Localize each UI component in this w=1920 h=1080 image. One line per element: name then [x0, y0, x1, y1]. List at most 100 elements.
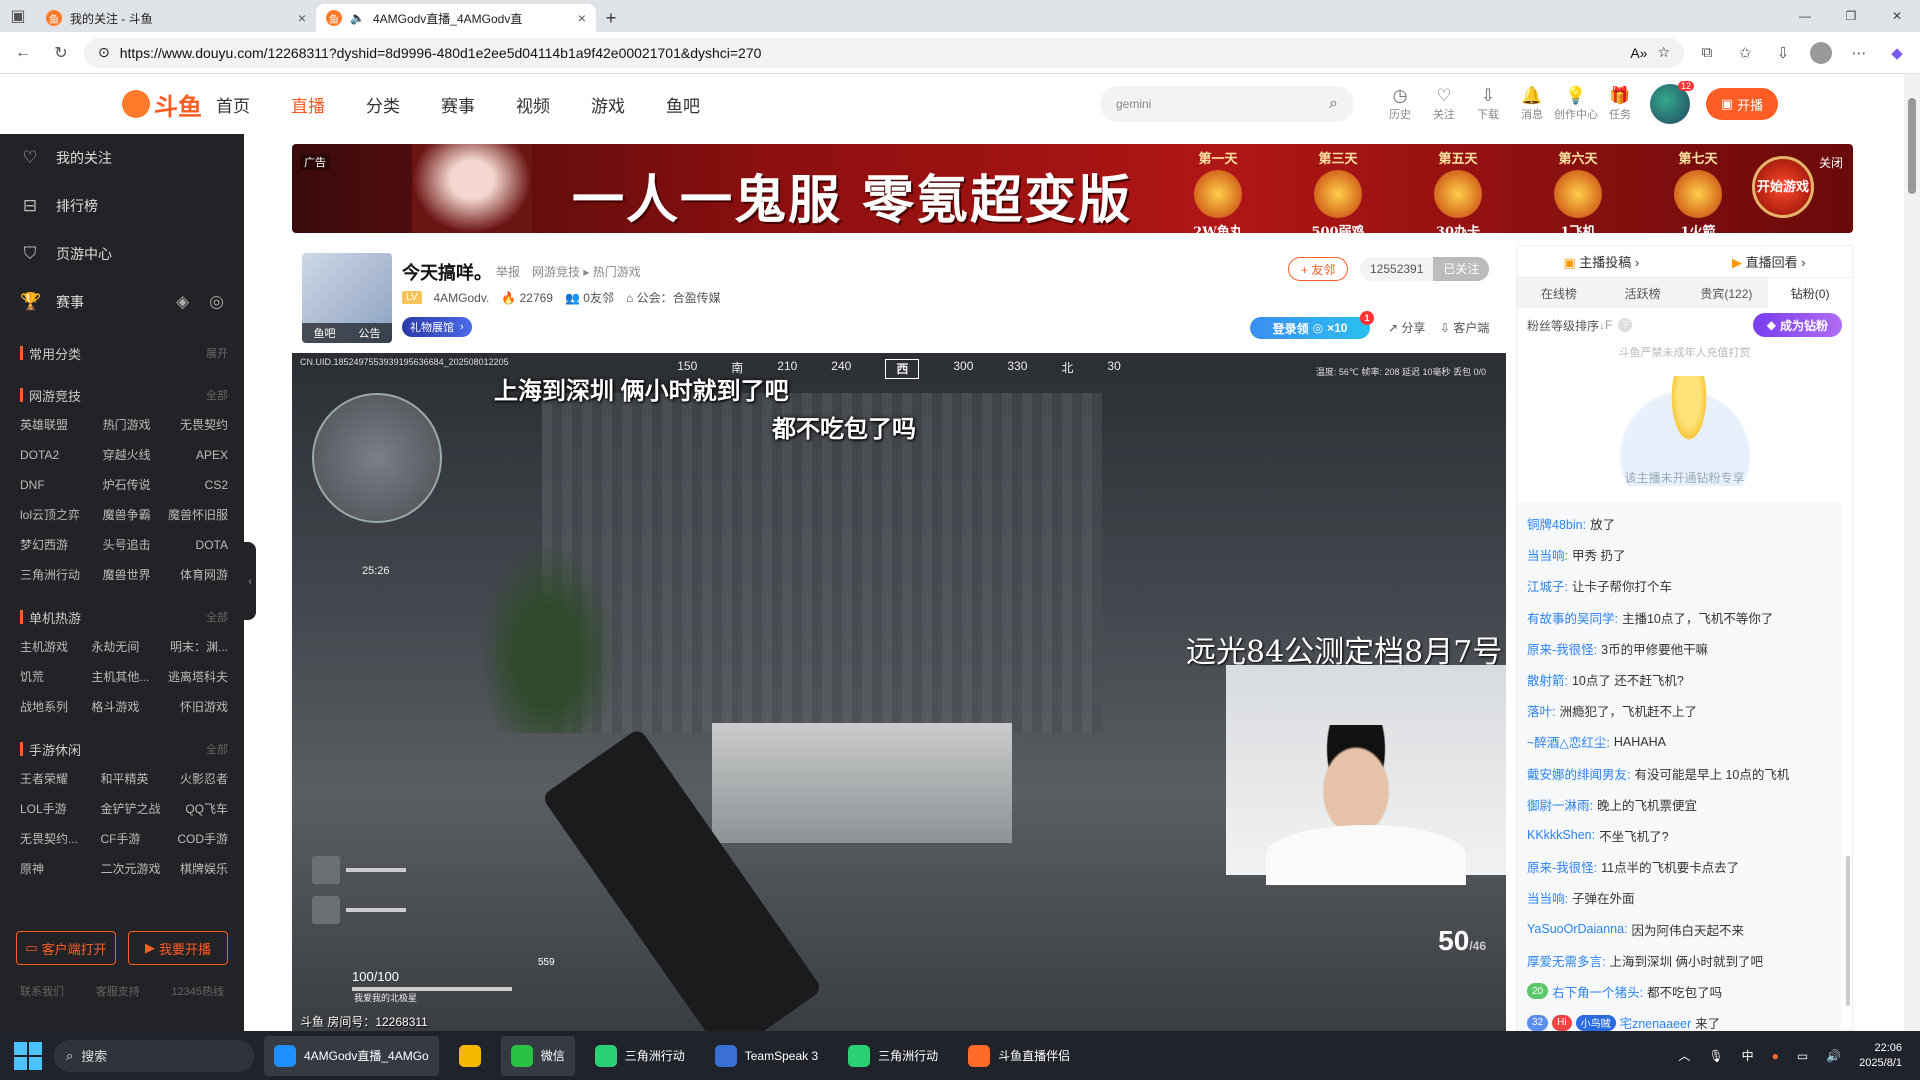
taskbar-app-2[interactable]: 微信	[500, 1035, 575, 1076]
friends-count[interactable]: 0友邻	[583, 291, 614, 305]
category-link[interactable]: 炉石传说	[89, 470, 160, 500]
url-field[interactable]: ⊙ https://www.douyu.com/12268311?dyshid=…	[84, 37, 1684, 68]
volume-icon[interactable]: 🔊	[1826, 1049, 1841, 1063]
category-link[interactable]: 格斗游戏	[77, 692, 158, 722]
all-link[interactable]: 全部	[206, 387, 228, 403]
nav-item-0[interactable]: 首页	[216, 92, 250, 117]
new-tab-button[interactable]: +	[596, 4, 626, 32]
minimize-icon[interactable]: —	[1782, 0, 1828, 32]
close-window-icon[interactable]: ✕	[1874, 0, 1920, 32]
taskbar-app-0[interactable]: 4AMGodv直播_4AMGo	[264, 1035, 439, 1076]
category-link[interactable]: 魔兽世界	[89, 560, 160, 590]
nav-item-3[interactable]: 赛事	[441, 92, 475, 117]
support-link[interactable]: 客服支持	[96, 983, 140, 999]
category-link[interactable]: 主机游戏	[20, 632, 77, 662]
share-button[interactable]: ↗ 分享	[1388, 319, 1425, 336]
chat-list[interactable]: 铜牌48bin: 放了 当当响: 甲秀 扔了 江城子: 让卡子帮你打个车 有故事的吴同学: 主…	[1517, 502, 1841, 1032]
header-bell-button[interactable]: 🔔 消息	[1510, 86, 1554, 122]
category-link[interactable]: 饥荒	[20, 662, 77, 692]
login-reward-button[interactable]: 登录领 ◎ ×10 1	[1250, 311, 1374, 339]
profile-avatar[interactable]	[1806, 38, 1836, 68]
anchor-name[interactable]: 4AMGodv.	[434, 291, 490, 305]
collections-icon[interactable]: ✩	[1730, 38, 1760, 68]
tab-actions-icon[interactable]: ▣	[0, 0, 36, 32]
lol-event-icon[interactable]: ◈	[176, 292, 189, 312]
contact-link[interactable]: 联系我们	[20, 983, 64, 999]
chat-username[interactable]: 落叶:	[1527, 701, 1555, 720]
speaker-icon[interactable]: 🔈	[350, 11, 365, 25]
video-player[interactable]: CN.UID.1852497553939195636684_2025080122…	[292, 353, 1506, 1031]
replay-link[interactable]: ▶ 直播回看 ›	[1732, 252, 1806, 271]
chat-username[interactable]: 原来-我很怪:	[1527, 639, 1597, 658]
refresh-icon[interactable]: ↻	[46, 38, 76, 68]
close-icon[interactable]: ×	[298, 10, 306, 26]
category-link[interactable]: CF手游	[86, 824, 168, 854]
category-link[interactable]: 体育网游	[159, 560, 228, 590]
category-link[interactable]: 主机其他...	[77, 662, 158, 692]
browser-tab-follow[interactable]: 鱼 我的关注 - 斗鱼 ×	[36, 4, 316, 32]
windows-start-icon[interactable]	[14, 1041, 42, 1070]
all-link[interactable]: 全部	[206, 741, 228, 757]
taskbar-app-4[interactable]: TeamSpeak 3	[705, 1036, 828, 1076]
category-link[interactable]: 无畏契约	[159, 410, 228, 440]
category-link[interactable]: 穿越火线	[89, 440, 160, 470]
microphone-icon[interactable]: 🎙	[1708, 1049, 1723, 1063]
category-link[interactable]: 金铲铲之战	[86, 794, 168, 824]
header-clock-button[interactable]: ◷ 历史	[1378, 86, 1422, 122]
nav-item-4[interactable]: 视频	[516, 92, 550, 117]
user-avatar[interactable]: 12	[1650, 81, 1694, 124]
room-category[interactable]: 网游竞技 ▸ 热门游戏	[532, 263, 641, 280]
category-link[interactable]: 王者荣耀	[20, 764, 86, 794]
douyu-logo[interactable]: 斗鱼	[122, 87, 202, 121]
report-link[interactable]: 举报	[496, 263, 520, 280]
chat-username[interactable]: KKkkkShen:	[1527, 828, 1595, 842]
search-icon[interactable]: ⌕	[1329, 95, 1338, 113]
dota-event-icon[interactable]: ◎	[209, 292, 224, 312]
category-link[interactable]: 魔兽怀旧服	[159, 500, 228, 530]
client-button[interactable]: ⇩ 客户端	[1440, 319, 1489, 336]
category-link[interactable]: 英雄联盟	[20, 410, 89, 440]
rank-tab-0[interactable]: 在线榜	[1517, 278, 1601, 308]
notice-link[interactable]: 公告	[359, 325, 381, 341]
sidebar-item-0[interactable]: ♡ 我的关注	[0, 134, 244, 182]
header-bulb-button[interactable]: 💡 创作中心	[1554, 86, 1598, 122]
sidebar-collapse-handle[interactable]: ‹	[244, 542, 256, 620]
taskbar-app-6[interactable]: 斗鱼直播伴侣	[958, 1036, 1080, 1076]
network-icon[interactable]: ▭	[1797, 1049, 1808, 1063]
start-game-button[interactable]: 开始游戏	[1752, 156, 1814, 218]
read-aloud-icon[interactable]: A»	[1630, 45, 1647, 61]
category-link[interactable]: COD手游	[169, 824, 228, 854]
taskbar-search[interactable]: ⌕ 搜索	[54, 1039, 254, 1072]
sidebar-item-2[interactable]: ⛉ 页游中心	[0, 230, 244, 278]
become-diamond-fan-button[interactable]: ◆ 成为钻粉	[1752, 313, 1842, 337]
clock[interactable]: 22:06 2025/8/1	[1859, 1041, 1902, 1071]
category-link[interactable]: 火影忍者	[169, 764, 228, 794]
chat-username[interactable]: 铜牌48bin:	[1527, 514, 1586, 533]
category-link[interactable]: 头号追击	[89, 530, 160, 560]
nav-item-5[interactable]: 游戏	[591, 92, 625, 117]
taskbar-app-1[interactable]	[449, 1036, 491, 1076]
more-icon[interactable]: ⋯	[1844, 38, 1874, 68]
browser-tab-live[interactable]: 鱼 🔈 4AMGodv直播_4AMGodv直 ×	[316, 4, 596, 32]
page-scrollbar[interactable]	[1904, 74, 1920, 1031]
follow-group[interactable]: 12552391 已关注	[1360, 257, 1490, 281]
add-friend-button[interactable]: + 友邻	[1288, 257, 1349, 281]
category-link[interactable]: DNF	[20, 470, 89, 500]
copilot-icon[interactable]: ◆	[1882, 38, 1912, 68]
chat-username[interactable]: 原来-我很怪:	[1527, 857, 1597, 876]
douyu-tray-icon[interactable]: ●	[1772, 1049, 1779, 1063]
chat-username[interactable]: 戴安娜的绯闻男友:	[1527, 764, 1630, 783]
chat-username[interactable]: YaSuoOrDaianna:	[1527, 922, 1628, 936]
banner-close-button[interactable]: 关闭	[1819, 154, 1843, 171]
rank-tab-3[interactable]: 钻粉(0)	[1768, 278, 1852, 308]
chat-username[interactable]: 当当响:	[1527, 888, 1568, 907]
start-stream-sidebar-button[interactable]: ▶ 我要开播	[128, 931, 228, 965]
category-link[interactable]: lol云顶之弈	[20, 500, 89, 530]
category-link[interactable]: LOL手游	[20, 794, 86, 824]
chat-username[interactable]: ~醉酒△恋红尘:	[1527, 732, 1610, 751]
chat-username[interactable]: 江城子:	[1527, 576, 1568, 595]
chevron-up-icon[interactable]: ︿	[1678, 1047, 1690, 1064]
chat-username[interactable]: 右下角一个猪头:	[1552, 982, 1643, 1001]
close-icon[interactable]: ×	[578, 10, 586, 26]
category-link[interactable]: 战地系列	[20, 692, 77, 722]
